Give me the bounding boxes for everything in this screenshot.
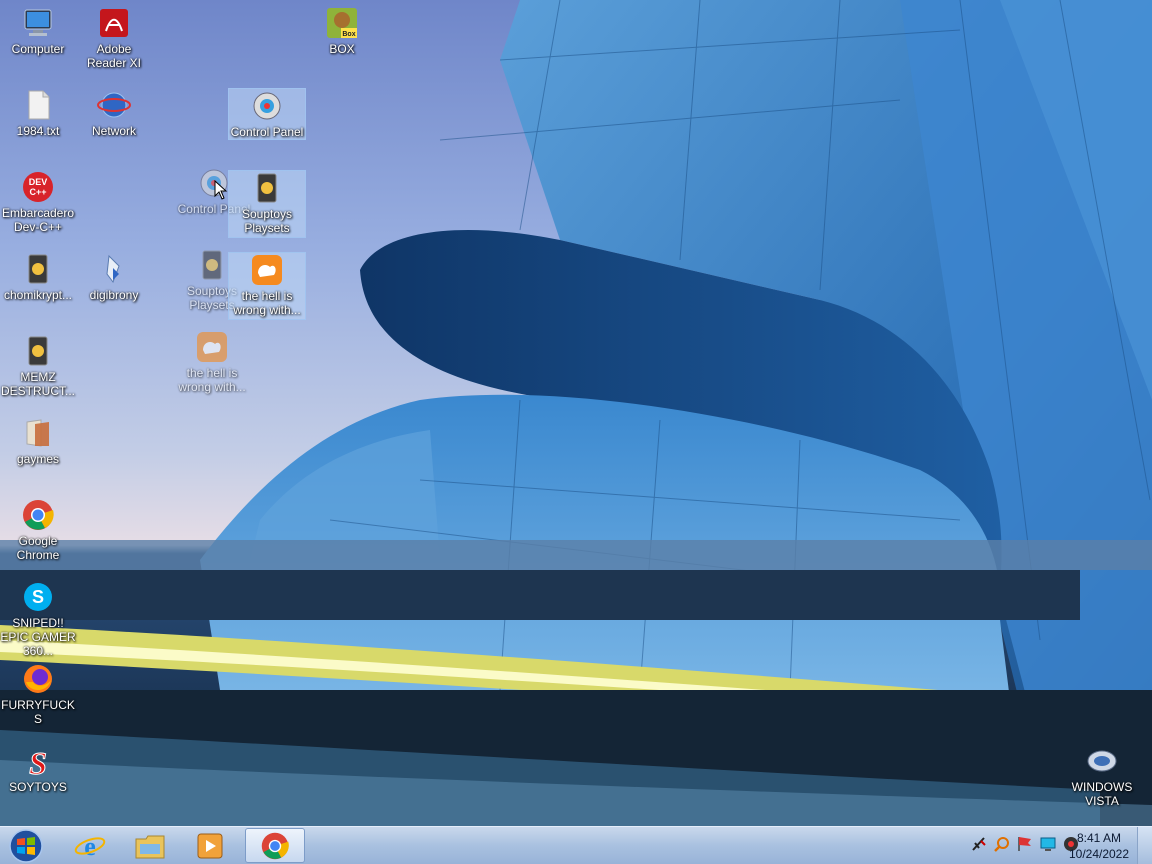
desktop-icon-label: MEMZ DESTRUCT...: [0, 370, 75, 398]
chrome-icon: [261, 832, 289, 859]
taskbar-google-chrome[interactable]: [245, 828, 305, 863]
desktop[interactable]: Computer 1984.txt DEV C++ Embarcadero De…: [0, 0, 1152, 826]
media-player-icon: [197, 833, 223, 858]
desktop-icon-label: the hell is wrong with...: [178, 366, 246, 394]
desktop-icon-uc[interactable]: the hell is wrong with...: [228, 252, 306, 320]
launcher-icon: [28, 254, 48, 284]
taskbar-file-explorer[interactable]: [122, 828, 178, 863]
uc-browser-icon: [252, 255, 282, 285]
desktop-icon-uc-drag[interactable]: the hell is wrong with...: [174, 330, 250, 394]
desktop-icon-label: Souptoys Playsets: [241, 207, 293, 235]
desktop-icon-label: BOX: [329, 42, 355, 56]
desktop-icon-windows-vista[interactable]: WINDOWS VISTA: [1064, 744, 1140, 808]
svg-text:S: S: [29, 745, 47, 778]
network-icon: [97, 92, 131, 118]
desktop-icon-label: chomikrypt...: [3, 288, 72, 302]
desktop-icon-label: Computer: [11, 42, 65, 56]
text-file-icon: [28, 90, 50, 120]
show-desktop-button[interactable]: [1137, 827, 1152, 864]
installer-icon: [106, 254, 120, 284]
desktop-icon-label: Embarcadero Dev-C++: [1, 206, 75, 234]
flag-icon[interactable]: [1016, 835, 1034, 853]
clock-date: 10/24/2022: [1068, 847, 1130, 861]
launcher-icon: [202, 250, 222, 280]
desktop-icon-control-panel[interactable]: Control Panel: [228, 88, 306, 140]
soytoys-icon: S: [29, 745, 48, 779]
svg-text:DEV: DEV: [29, 177, 48, 187]
taskbar: e 8:41 AM 10/24/2022: [0, 826, 1152, 864]
file-explorer-icon: [135, 835, 165, 858]
display-icon[interactable]: [1039, 835, 1057, 853]
desktop-icon-label: FURRYFUCKS: [1, 698, 75, 726]
desktop-icon-1984-txt[interactable]: 1984.txt: [0, 88, 76, 138]
desktop-icon-label: gaymes: [16, 452, 60, 466]
desktop-icon-label: Control Panel: [230, 125, 304, 139]
desktop-icon-adobe-reader[interactable]: Adobe Reader XI: [76, 6, 152, 70]
desktop-icon-label: Network: [91, 124, 136, 138]
chrome-icon: [23, 500, 54, 530]
firefox-icon: [24, 665, 52, 693]
skype-icon: S: [24, 583, 52, 611]
svg-text:Box: Box: [342, 31, 355, 38]
svg-text:C++: C++: [29, 187, 46, 197]
desktop-icon-soytoys[interactable]: S SOYTOYS: [0, 744, 76, 795]
start-orb-icon[interactable]: [4, 828, 48, 864]
desktop-icon-box[interactable]: Box BOX: [304, 6, 380, 56]
control-panel-icon: [253, 92, 281, 120]
box-icon: Box: [327, 8, 357, 38]
search-magnifier-icon[interactable]: [993, 835, 1011, 853]
desktop-icon-label: Adobe Reader XI: [86, 42, 142, 70]
internet-explorer-icon: e: [74, 832, 106, 861]
desktop-icon-computer[interactable]: Computer: [0, 6, 76, 56]
desktop-icon-label: SOYTOYS: [9, 780, 67, 794]
desktop-icon-label: Google Chrome: [16, 534, 60, 562]
desktop-icon-firefox[interactable]: FURRYFUCKS: [0, 662, 76, 726]
mouse-cursor-icon: [214, 180, 228, 200]
desktop-icon-label: WINDOWS VISTA: [1071, 780, 1133, 808]
desktop-icon-label: SNIPED!! EPIC GAMER 360...: [0, 616, 76, 658]
desktop-icon-chomikrypt[interactable]: chomikrypt...: [0, 252, 76, 302]
computer-icon: [24, 9, 52, 36]
action-center-flag-icon[interactable]: [970, 835, 988, 853]
clock-time: 8:41 AM: [1076, 831, 1122, 845]
devcpp-icon: DEV C++: [23, 172, 53, 202]
desktop-icon-network[interactable]: Network: [76, 88, 152, 138]
svg-text:S: S: [32, 587, 44, 607]
folder-icon: [26, 419, 49, 447]
adobe-reader-icon: [100, 9, 128, 37]
uc-browser-icon: [197, 332, 227, 362]
launcher-icon: [257, 173, 277, 203]
desktop-icon-label: 1984.txt: [16, 124, 60, 138]
desktop-icon-chrome[interactable]: Google Chrome: [0, 498, 76, 562]
desktop-icon-label: digibrony: [89, 288, 139, 302]
desktop-icon-devcpp[interactable]: DEV C++ Embarcadero Dev-C++: [0, 170, 76, 234]
svg-text:e: e: [84, 832, 96, 861]
desktop-icon-memz[interactable]: MEMZ DESTRUCT...: [0, 334, 76, 398]
taskbar-media-player[interactable]: [182, 828, 238, 863]
launcher-icon: [28, 336, 48, 366]
taskbar-internet-explorer[interactable]: e: [62, 828, 118, 863]
desktop-icon-digibrony[interactable]: digibrony: [76, 252, 152, 302]
desktop-icon-label: the hell is wrong with...: [233, 289, 301, 317]
wallpaper: [0, 0, 1152, 826]
desktop-icon-gaymes[interactable]: gaymes: [0, 416, 76, 466]
vista-shortcut-icon: [1087, 750, 1117, 772]
desktop-icon-skype[interactable]: S SNIPED!! EPIC GAMER 360...: [0, 580, 76, 658]
taskbar-clock[interactable]: 8:41 AM 10/24/2022: [1064, 830, 1134, 862]
desktop-icon-souptoys[interactable]: Souptoys Playsets: [228, 170, 306, 238]
